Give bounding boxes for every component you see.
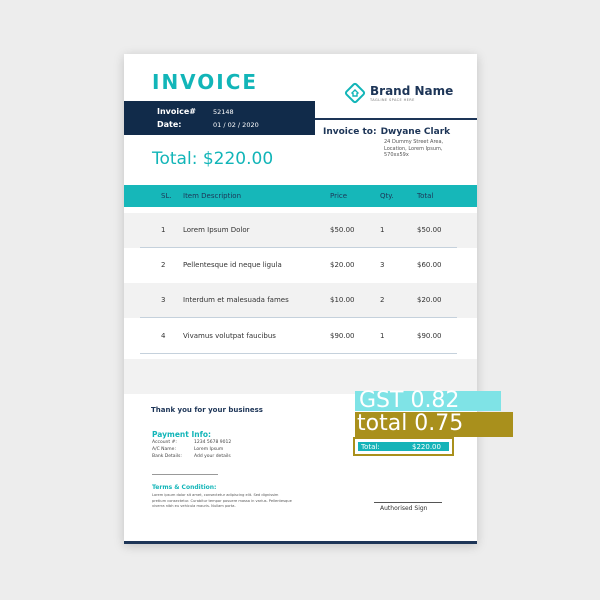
table-header: SL. Item Description Price Qty. Total <box>124 185 477 207</box>
invoice-title: INVOICE <box>152 70 259 94</box>
table-row: 2 Pellentesque id neque ligula $20.00 3 … <box>124 248 477 283</box>
cell-qty: 2 <box>380 296 385 304</box>
header-price: Price <box>330 192 348 200</box>
cell-description: Pellentesque id neque ligula <box>183 261 282 269</box>
invoice-date-row: Date: 01 / 02 / 2020 <box>157 120 259 129</box>
cell-total: $90.00 <box>417 332 442 340</box>
payment-value: 1234 5678 9012 <box>194 440 232 445</box>
table-row: 4 Vivamus volutpat faucibus $90.00 1 $90… <box>124 319 477 354</box>
cell-description: Vivamus volutpat faucibus <box>183 332 276 340</box>
total-banner: Total: $220.00 <box>152 149 274 169</box>
cell-qty: 1 <box>380 226 385 234</box>
row-divider <box>140 317 457 318</box>
payment-value: Lorem Ipsum <box>194 447 224 452</box>
cell-price: $50.00 <box>330 226 355 234</box>
invoice-number-value: 52148 <box>213 108 234 116</box>
invoice-page: INVOICE Brand Name TAGLINE SPACE HERE In… <box>124 54 477 544</box>
header-description: Item Description <box>183 192 242 200</box>
cell-total: $60.00 <box>417 261 442 269</box>
bill-to-block: Invoice to: Dwyane Clark 24 Dummy Street … <box>323 127 464 159</box>
payment-label: Bank Details: <box>152 454 182 459</box>
cell-qty: 3 <box>380 261 385 269</box>
cell-sl: 3 <box>161 296 166 304</box>
bill-to-label: Invoice to: <box>323 127 377 137</box>
cell-sl: 2 <box>161 261 166 269</box>
cell-sl: 1 <box>161 226 166 234</box>
invoice-date-value: 01 / 02 / 2020 <box>213 121 259 129</box>
cell-price: $20.00 <box>330 261 355 269</box>
section-divider <box>152 474 218 475</box>
signature-label: Authorised Sign <box>380 505 428 512</box>
header-qty: Qty. <box>380 192 394 200</box>
total-score-label: total 0.75 <box>357 411 464 436</box>
brand-block: Brand Name TAGLINE SPACE HERE <box>344 82 453 104</box>
payment-value: Add your details <box>194 454 231 459</box>
payment-row: Bank Details: Add your details <box>152 454 231 459</box>
table-row: 3 Interdum et malesuada fames $10.00 2 $… <box>124 283 477 318</box>
final-total-label: Total: <box>361 443 380 451</box>
final-total-box: Total: $220.00 <box>353 437 454 456</box>
thanks-message: Thank you for your business <box>151 406 263 414</box>
cell-sl: 4 <box>161 332 166 340</box>
terms-title: Terms & Condition: <box>152 484 217 491</box>
bill-to-address: 24 Dummy Street Area, Location, Lorem Ip… <box>384 139 444 158</box>
payment-row: Account #: 1234 5678 9012 <box>152 440 231 445</box>
payment-label: Account #: <box>152 440 177 445</box>
payment-row: A/C Name: Lorem Ipsum <box>152 447 223 452</box>
invoice-date-label: Date: <box>157 120 182 129</box>
header-total: Total <box>417 192 434 200</box>
signature-line <box>374 502 442 503</box>
final-total-bar: Total: $220.00 <box>358 442 449 451</box>
final-total-value: $220.00 <box>412 443 441 451</box>
diamond-house-icon <box>344 82 366 104</box>
invoice-number-label: Invoice# <box>157 107 196 116</box>
bill-to-name: Dwyane Clark <box>380 127 451 137</box>
cell-price: $90.00 <box>330 332 355 340</box>
header-rule <box>315 118 477 120</box>
row-divider <box>140 353 457 354</box>
page-bottom-bar <box>124 541 477 544</box>
cell-description: Lorem Ipsum Dolor <box>183 226 250 234</box>
header-sl: SL. <box>161 192 172 200</box>
brand-tagline: TAGLINE SPACE HERE <box>370 97 415 102</box>
payment-label: A/C Name: <box>152 447 176 452</box>
cell-total: $20.00 <box>417 296 442 304</box>
table-row: 1 Lorem Ipsum Dolor $50.00 1 $50.00 <box>124 213 477 248</box>
invoice-number-row: Invoice# 52148 <box>157 107 234 116</box>
invoice-meta-box: Invoice# 52148 Date: 01 / 02 / 2020 <box>124 101 315 135</box>
terms-text: Lorem ipsum dolor sit amet, consectetur … <box>152 493 292 508</box>
cell-price: $10.00 <box>330 296 355 304</box>
cell-qty: 1 <box>380 332 385 340</box>
brand-name: Brand Name <box>370 83 454 98</box>
payment-info-title: Payment Info: <box>152 430 211 439</box>
cell-total: $50.00 <box>417 226 442 234</box>
cell-description: Interdum et malesuada fames <box>183 296 289 304</box>
